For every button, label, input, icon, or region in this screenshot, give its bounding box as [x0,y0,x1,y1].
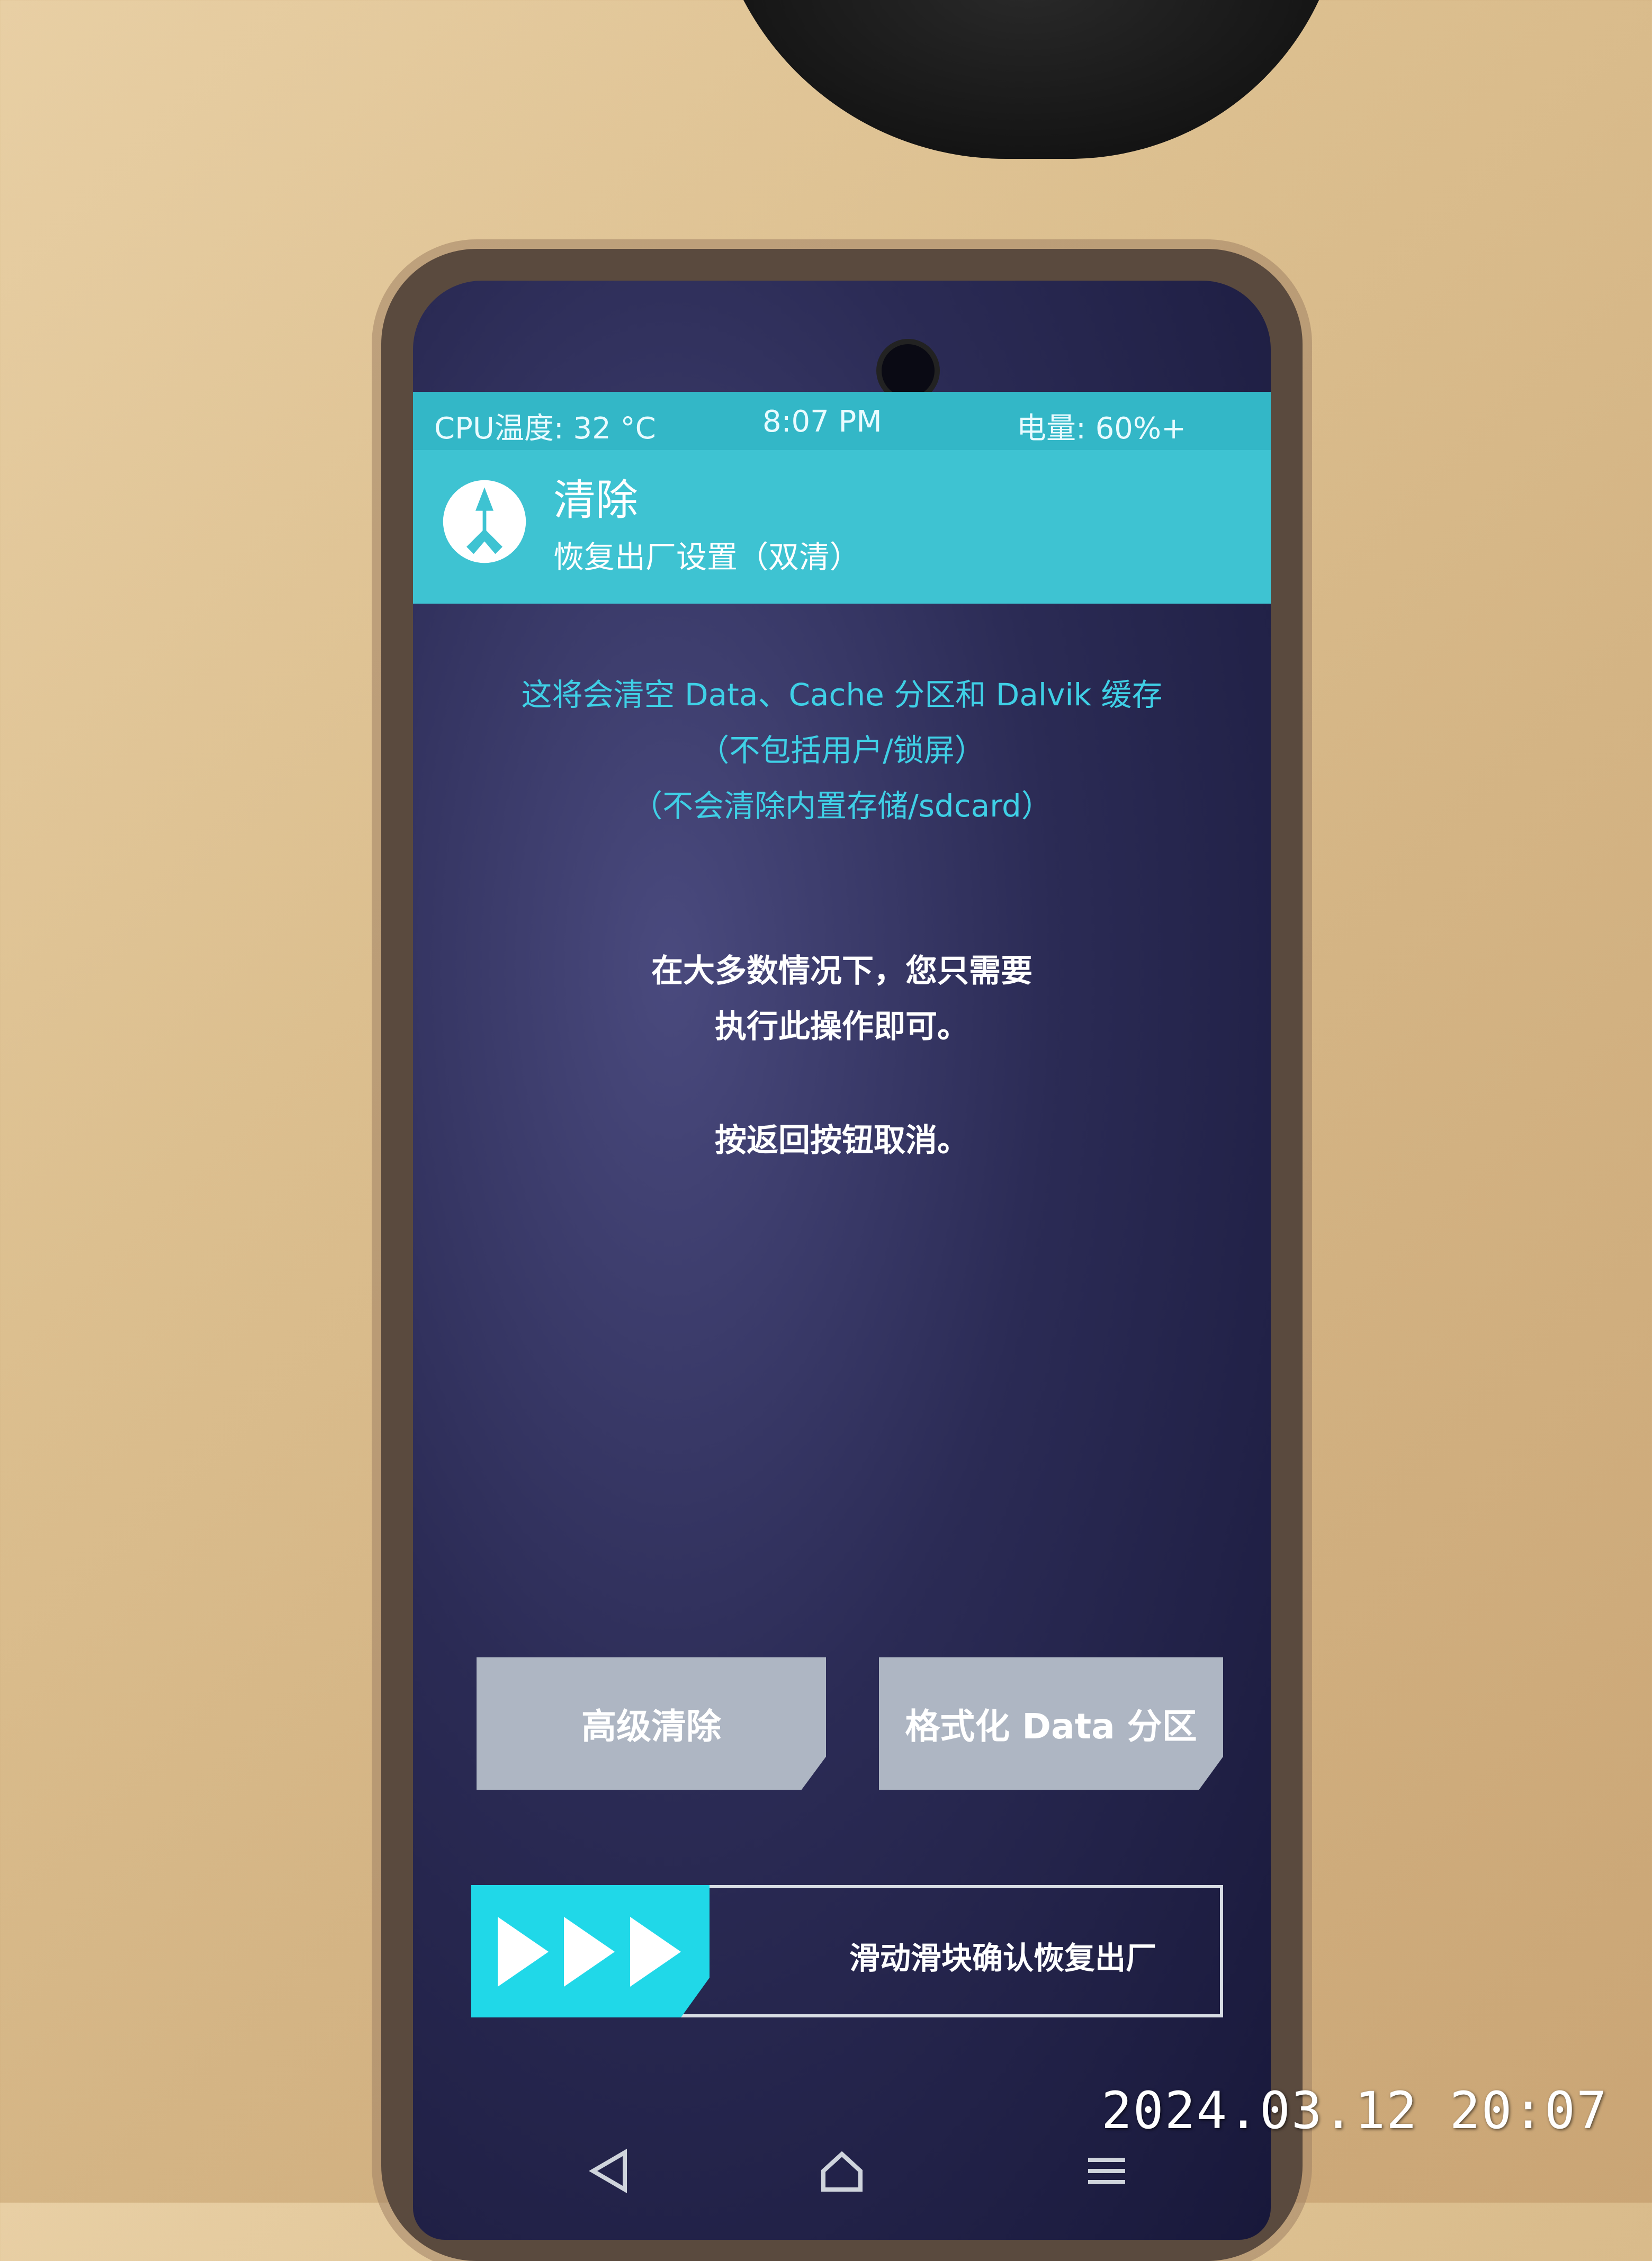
warning-line: （不会清除内置存储/sdcard） [632,788,1052,824]
info-line: 按返回按钮取消。 [715,1122,969,1159]
arrow-right-icon [630,1917,681,1987]
header-bar: 清除 恢复出厂设置（双清） [413,450,1271,604]
page-title: 清除 [553,475,638,525]
warning-line: （不包括用户/锁屏） [698,732,985,768]
background-object [710,0,1345,159]
slider-label: 滑动滑块确认恢复出厂 [849,1940,1156,1976]
battery-level: 电量: 60%+ [1017,411,1187,446]
advanced-wipe-button[interactable]: 高级清除 [477,1657,826,1790]
home-icon[interactable] [815,2145,868,2197]
arrow-right-icon [564,1917,615,1987]
cpu-temperature: CPU温度: 32 °C [434,411,656,446]
twrp-screen: CPU温度: 32 °C 8:07 PM 电量: 60%+ 清除 恢复出厂设置（… [413,281,1271,2240]
back-icon[interactable] [582,2145,635,2197]
slider-handle[interactable] [471,1885,710,2017]
info-line: 在大多数情况下，您只需要 [651,953,1032,990]
swipe-to-confirm-slider[interactable]: 滑动滑块确认恢复出厂 [471,1885,1223,2017]
arrow-right-icon [498,1917,549,1987]
page-subtitle: 恢复出厂设置（双清） [553,539,861,575]
clock: 8:07 PM [762,405,882,439]
format-data-button[interactable]: 格式化 Data 分区 [879,1657,1223,1790]
info-line: 执行此操作即可。 [715,1008,969,1045]
twrp-logo-icon [443,480,526,563]
menu-icon[interactable] [1080,2145,1133,2197]
phone-device: CPU温度: 32 °C 8:07 PM 电量: 60%+ 清除 恢复出厂设置（… [381,249,1303,2261]
photo-timestamp: 2024.03.12 20:07 [1101,2081,1608,2140]
status-bar: CPU温度: 32 °C 8:07 PM 电量: 60%+ [413,392,1271,450]
warning-line: 这将会清空 Data、Cache 分区和 Dalvik 缓存 [521,677,1163,713]
